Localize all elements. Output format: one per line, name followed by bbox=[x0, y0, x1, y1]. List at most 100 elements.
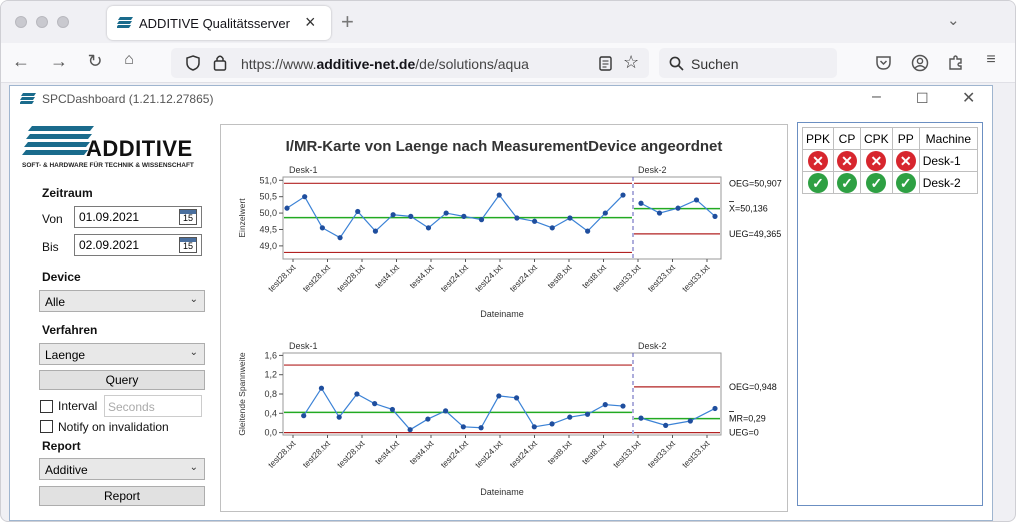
machine-cell: Desk-1 bbox=[918, 149, 979, 172]
reload-icon[interactable]: ↻ bbox=[83, 51, 107, 72]
group-label: Desk-2 bbox=[638, 341, 667, 351]
table-row[interactable]: ✕ ✕ ✕ ✕ Desk-1 bbox=[801, 149, 979, 172]
home-icon[interactable]: ⌂ bbox=[117, 51, 141, 69]
search-placeholder: Suchen bbox=[691, 56, 739, 72]
report-button[interactable]: Report bbox=[39, 486, 205, 506]
calendar-icon[interactable]: 15 bbox=[179, 209, 197, 225]
device-select[interactable]: Alle ⌄ bbox=[39, 290, 205, 312]
nav-bar: ← → ↻ ⌂ https://www.additive-net.de/de/s… bbox=[1, 43, 1015, 83]
close-window-button[interactable] bbox=[15, 16, 27, 28]
bookmark-star-icon[interactable]: ☆ bbox=[623, 52, 639, 73]
desk1-series-point bbox=[284, 205, 290, 211]
url-bar[interactable]: https://www.additive-net.de/de/solutions… bbox=[171, 48, 649, 78]
minimize-window-button[interactable] bbox=[36, 16, 48, 28]
header-cpk[interactable]: CPK bbox=[860, 127, 893, 150]
tab-close-icon[interactable]: × bbox=[305, 12, 316, 33]
zoom-window-button[interactable] bbox=[57, 16, 69, 28]
desk1-series-point bbox=[354, 391, 360, 397]
desk1-series-point bbox=[585, 228, 591, 234]
capability-grid: PPK CP CPK PP Machine ✕ ✕ ✕ ✕ Desk-1 ✓ ✓… bbox=[801, 127, 979, 194]
hamburger-menu-icon[interactable]: ≡ bbox=[979, 51, 1003, 69]
header-pp[interactable]: PP bbox=[891, 127, 920, 150]
account-icon[interactable] bbox=[911, 54, 929, 72]
reader-view-icon[interactable] bbox=[599, 56, 612, 71]
pocket-icon[interactable] bbox=[875, 55, 892, 71]
maximize-icon[interactable]: ☐ bbox=[916, 90, 929, 107]
desk2-series-point bbox=[687, 418, 693, 424]
desk1-series-point bbox=[620, 192, 626, 198]
y-axis-label: Einzelwert bbox=[237, 198, 247, 238]
app-title: SPCDashboard (1.21.12.27865) bbox=[42, 92, 214, 106]
x-tick-label: test28.txt bbox=[335, 438, 367, 470]
verfahren-value: Laenge bbox=[45, 348, 86, 362]
y-tick-label: 1,2 bbox=[264, 370, 277, 380]
seconds-input[interactable]: Seconds bbox=[104, 395, 202, 417]
desk1-series-point bbox=[620, 403, 626, 409]
search-bar[interactable]: Suchen bbox=[659, 48, 837, 78]
seconds-placeholder: Seconds bbox=[108, 400, 155, 414]
notify-checkbox[interactable] bbox=[40, 420, 53, 433]
y-tick-label: 1,6 bbox=[264, 350, 277, 360]
desk1-series-point bbox=[513, 395, 520, 401]
desk2-series-point bbox=[675, 205, 681, 211]
group-label: Desk-1 bbox=[289, 165, 318, 175]
desk1-series-point bbox=[319, 225, 325, 231]
x-tick-label: test24.txt bbox=[438, 262, 470, 294]
desk1-series-point bbox=[407, 427, 413, 433]
x-tick-label: test33.txt bbox=[680, 438, 712, 470]
close-icon[interactable]: ✕ bbox=[962, 88, 975, 108]
ppk-cell: ✓ bbox=[801, 171, 835, 194]
extensions-icon[interactable] bbox=[947, 54, 964, 71]
desk1-series-point bbox=[408, 213, 414, 219]
interval-checkbox[interactable] bbox=[40, 400, 53, 413]
desk1-series-point bbox=[460, 424, 466, 430]
verfahren-select[interactable]: Laenge ⌄ bbox=[39, 343, 205, 365]
device-label: Device bbox=[42, 270, 81, 284]
tab-bar: ADDITIVE Qualitätsserver × + ⌄ bbox=[1, 1, 1015, 43]
tab-list-chevron-icon[interactable]: ⌄ bbox=[947, 11, 960, 29]
control-limit-annotation: X=50,136 bbox=[729, 204, 768, 214]
shield-icon[interactable] bbox=[185, 55, 201, 71]
header-machine[interactable]: Machine bbox=[918, 127, 979, 150]
bis-date-picker[interactable]: 02.09.2021 15 bbox=[74, 234, 202, 256]
desk1-series-point bbox=[584, 411, 591, 417]
desk2-series-point bbox=[638, 415, 644, 421]
y-tick-label: 49,0 bbox=[259, 241, 277, 251]
logo-tagline: SOFT- & HARDWARE FÜR TECHNIK & WISSENSCH… bbox=[22, 162, 194, 169]
browser-tab[interactable]: ADDITIVE Qualitätsserver × bbox=[107, 6, 331, 40]
control-limit-annotation: MR=0,29 bbox=[729, 414, 766, 424]
desk1-series-line bbox=[303, 387, 624, 431]
additive-favicon-icon bbox=[117, 17, 133, 28]
desk1-series-point bbox=[302, 194, 308, 200]
back-arrow-icon[interactable]: ← bbox=[9, 51, 33, 72]
von-date-value: 01.09.2021 bbox=[79, 210, 140, 224]
cp-cell: ✓ bbox=[833, 171, 862, 194]
new-tab-button[interactable]: + bbox=[341, 9, 354, 35]
x-axis-label: Dateiname bbox=[480, 309, 524, 319]
forward-arrow-icon[interactable]: → bbox=[47, 51, 71, 72]
header-cp[interactable]: CP bbox=[833, 127, 862, 150]
desk1-series-line bbox=[286, 194, 624, 239]
control-limit-annotation: OEG=0,948 bbox=[729, 382, 777, 392]
desk1-series-point bbox=[567, 215, 573, 221]
fail-icon: ✕ bbox=[866, 150, 887, 171]
lock-icon[interactable] bbox=[213, 54, 227, 71]
von-date-picker[interactable]: 01.09.2021 15 bbox=[74, 206, 202, 228]
table-row[interactable]: ✓ ✓ ✓ ✓ Desk-2 bbox=[801, 171, 979, 194]
fail-icon: ✕ bbox=[837, 150, 858, 171]
app-titlebar: SPCDashboard (1.21.12.27865) – ☐ ✕ bbox=[10, 86, 992, 112]
desk1-series-point bbox=[336, 414, 342, 420]
report-select[interactable]: Additive ⌄ bbox=[39, 458, 205, 480]
tab-title: ADDITIVE Qualitätsserver bbox=[139, 16, 290, 31]
url-domain: additive-net.de bbox=[316, 56, 416, 72]
chevron-down-icon: ⌄ bbox=[189, 294, 198, 305]
y-tick-label: 50,5 bbox=[259, 192, 277, 202]
x-tick-label: test8.txt bbox=[580, 262, 609, 291]
desk2-series-point bbox=[712, 405, 718, 412]
query-button[interactable]: Query bbox=[39, 370, 205, 390]
group-label: Desk-2 bbox=[638, 165, 667, 175]
calendar-icon[interactable]: 15 bbox=[179, 237, 197, 253]
minimize-icon[interactable]: – bbox=[872, 88, 881, 106]
header-ppk[interactable]: PPK bbox=[801, 127, 835, 150]
pp-cell: ✓ bbox=[891, 171, 920, 194]
